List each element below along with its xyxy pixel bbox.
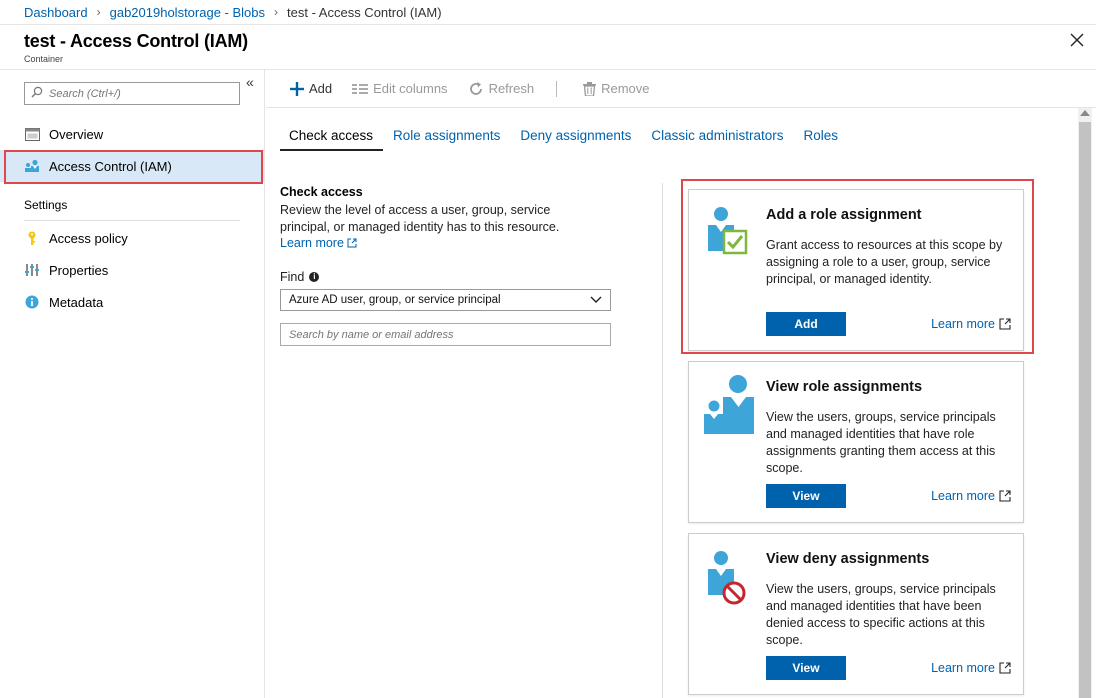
refresh-icon (468, 81, 484, 97)
close-icon[interactable] (1068, 31, 1086, 49)
chevron-right-icon: › (274, 5, 278, 19)
tab-deny-assignments[interactable]: Deny assignments (510, 125, 641, 151)
learn-more-link[interactable]: Learn more (931, 317, 1011, 331)
menu-section-settings: Settings (24, 198, 68, 212)
tab-check-access[interactable]: Check access (280, 125, 384, 151)
sidebar-item-metadata[interactable]: Metadata (0, 286, 264, 318)
blade-header: test - Access Control (IAM) Container (0, 25, 1096, 70)
menu-search[interactable] (24, 82, 240, 105)
tab-roles[interactable]: Roles (793, 125, 848, 151)
menu-search-input[interactable] (49, 87, 229, 100)
plus-icon (290, 81, 304, 96)
page-subtitle: Container (24, 54, 64, 64)
sidebar-item-label: Overview (49, 126, 104, 142)
chevron-right-icon: › (96, 5, 101, 19)
iam-tabs: Check access Role assignments Deny assig… (280, 125, 848, 151)
command-bar: Add Edit columns Refresh Remove (266, 70, 1096, 108)
properties-icon (24, 262, 40, 278)
find-principal-type-dropdown[interactable]: Azure AD user, group, or service princip… (280, 289, 611, 311)
iam-icon (24, 158, 40, 174)
breadcrumb-current: test - Access Control (IAM) (287, 4, 442, 20)
sidebar-item-properties[interactable]: Properties (0, 254, 264, 286)
view-deny-assignments-button[interactable]: View (766, 656, 846, 680)
vertical-scrollbar[interactable] (1078, 108, 1092, 698)
sidebar-item-label: Properties (49, 262, 109, 278)
collapse-menu-icon[interactable]: « (246, 74, 254, 90)
edit-columns-label: Edit columns (373, 81, 448, 96)
sidebar-item-access-control[interactable]: Access Control (IAM) (0, 150, 264, 182)
refresh-label: Refresh (488, 81, 535, 96)
refresh-button[interactable]: Refresh (468, 81, 535, 97)
add-role-assignment-card: Add a role assignment Grant access to re… (688, 189, 1024, 351)
external-link-icon (999, 662, 1011, 674)
toolbar-separator (556, 80, 558, 97)
info-icon[interactable]: i (309, 272, 320, 282)
find-search-input[interactable] (289, 328, 589, 341)
breadcrumb-blobs[interactable]: gab2019holstorage - Blobs (110, 5, 265, 20)
external-link-icon (347, 238, 357, 248)
search-icon (31, 85, 43, 103)
resource-menu: « Overview Access Control (IAM) Settings (0, 70, 265, 698)
add-button-label: Add (309, 81, 333, 96)
chevron-down-icon (590, 295, 602, 307)
external-link-icon (999, 318, 1011, 330)
external-link-icon (999, 490, 1011, 502)
deny-assignments-icon (703, 544, 759, 606)
tab-classic-administrators[interactable]: Classic administrators (641, 125, 793, 151)
check-access-title: Check access (280, 185, 363, 199)
find-label: Find i (280, 270, 320, 284)
columns-icon (352, 83, 369, 95)
breadcrumb: Dashboard › gab2019holstorage - Blobs › … (0, 0, 1096, 25)
add-role-assignment-button[interactable]: Add (766, 312, 846, 336)
learn-more-label: Learn more (931, 489, 995, 503)
remove-button[interactable]: Remove (583, 81, 650, 96)
card-title: View deny assignments (766, 551, 930, 567)
sidebar-item-label: Access Control (IAM) (49, 158, 172, 174)
learn-more-label: Learn more (931, 661, 995, 675)
pane-divider (662, 183, 663, 698)
view-deny-assignments-card: View deny assignments View the users, gr… (688, 533, 1024, 695)
info-icon (24, 294, 40, 310)
card-description: Grant access to resources at this scope … (766, 238, 1003, 286)
sidebar-item-label: Access policy (49, 230, 128, 246)
check-access-learn-more-link[interactable]: Learn more (280, 236, 357, 250)
edit-columns-button[interactable]: Edit columns (352, 81, 448, 96)
divider (24, 220, 240, 221)
tab-role-assignments[interactable]: Role assignments (383, 125, 510, 151)
remove-label: Remove (601, 81, 650, 96)
card-description: View the users, groups, service principa… (766, 582, 996, 647)
card-title: Add a role assignment (766, 207, 922, 223)
find-search-box[interactable] (280, 323, 611, 346)
scroll-thumb[interactable] (1079, 122, 1091, 698)
breadcrumb-dashboard[interactable]: Dashboard (24, 5, 88, 20)
page-title: test - Access Control (IAM) (24, 31, 248, 51)
find-label-text: Find (280, 270, 305, 284)
key-icon (24, 230, 40, 246)
role-assignments-icon (703, 372, 759, 434)
sidebar-item-label: Metadata (49, 294, 104, 310)
learn-more-link[interactable]: Learn more (931, 489, 1011, 503)
dropdown-value: Azure AD user, group, or service princip… (289, 294, 501, 306)
check-access-description: Review the level of access a user, group… (280, 203, 560, 234)
add-role-assignment-icon (703, 200, 759, 262)
view-role-assignments-button[interactable]: View (766, 484, 846, 508)
learn-more-link[interactable]: Learn more (931, 661, 1011, 675)
sidebar-item-overview[interactable]: Overview (0, 118, 264, 150)
trash-icon (583, 81, 597, 96)
overview-icon (24, 126, 40, 142)
learn-more-label: Learn more (931, 317, 995, 331)
learn-more-label: Learn more (280, 236, 344, 250)
view-role-assignments-card: View role assignments View the users, gr… (688, 361, 1024, 523)
sidebar-item-access-policy[interactable]: Access policy (0, 222, 264, 254)
card-description: View the users, groups, service principa… (766, 410, 996, 475)
scroll-up-arrow-icon[interactable] (1080, 110, 1090, 116)
card-title: View role assignments (766, 379, 923, 395)
add-button[interactable]: Add (290, 81, 332, 96)
azure-portal-blade: Dashboard › gab2019holstorage - Blobs › … (0, 0, 1096, 698)
